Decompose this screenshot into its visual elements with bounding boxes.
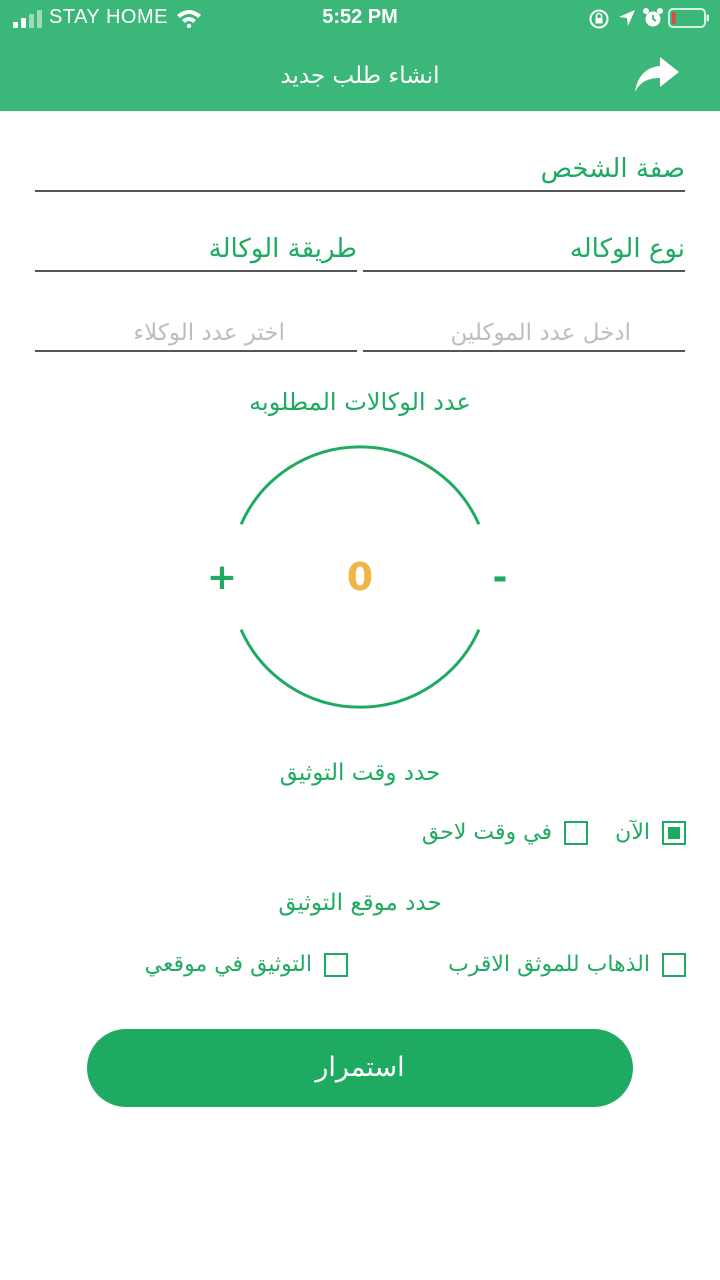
location-option-nearest-label: الذهاب للموثق الاقرب: [448, 952, 650, 977]
share-forward-icon[interactable]: [632, 53, 682, 95]
counter-title: عدد الوكالات المطلوبه: [249, 388, 471, 416]
now-checkbox[interactable]: [662, 821, 686, 845]
page-title: انشاء طلب جديد: [280, 63, 440, 89]
agency-method-label: طريقة الوكالة: [208, 234, 357, 264]
agency-type-label: نوع الوكاله: [569, 234, 685, 264]
location-icon: [619, 10, 635, 26]
time-option-later-label: في وقت لاحق: [421, 820, 552, 845]
decrement-button[interactable]: -: [478, 556, 522, 600]
nearest-notary-checkbox[interactable]: [662, 953, 686, 977]
agents-count-input[interactable]: [35, 320, 357, 346]
carrier-name: STAY HOME: [49, 6, 168, 28]
principals-count-input[interactable]: [363, 320, 685, 346]
continue-button[interactable]: استمرار: [87, 1029, 633, 1107]
orientation-lock-icon: [589, 9, 609, 29]
alarm-icon: [643, 8, 663, 27]
time-option-now-label: الآن: [615, 820, 650, 845]
principals-count-field[interactable]: [363, 310, 685, 352]
app-header: STAY HOME 5:52 PM انشاء طلب جديد: [0, 0, 720, 111]
agents-count-field[interactable]: [35, 310, 357, 352]
my-location-checkbox[interactable]: [324, 953, 348, 977]
person-capacity-label: صفة الشخص: [540, 154, 685, 184]
battery-icon: [668, 8, 709, 28]
location-section-title: حدد موقع التوثيق: [278, 890, 442, 916]
agency-type-field[interactable]: نوع الوكاله: [363, 230, 685, 272]
time-section-title: حدد وقت التوثيق: [279, 760, 441, 786]
location-option-nearest[interactable]: الذهاب للموثق الاقرب: [430, 950, 686, 980]
wifi-icon: [177, 10, 201, 28]
increment-button[interactable]: +: [200, 556, 244, 600]
status-bar: STAY HOME 5:52 PM: [0, 0, 720, 36]
signal-icon: [13, 10, 42, 28]
person-capacity-field[interactable]: صفة الشخص: [35, 150, 685, 192]
later-checkbox[interactable]: [564, 821, 588, 845]
status-time: 5:52 PM: [322, 6, 398, 28]
counter-value: 0: [346, 555, 374, 599]
time-option-later[interactable]: في وقت لاحق: [400, 818, 588, 848]
agency-method-field[interactable]: طريقة الوكالة: [35, 230, 357, 272]
location-option-my-location[interactable]: التوثيق في موقعي: [100, 950, 348, 980]
location-option-my-location-label: التوثيق في موقعي: [144, 952, 312, 977]
